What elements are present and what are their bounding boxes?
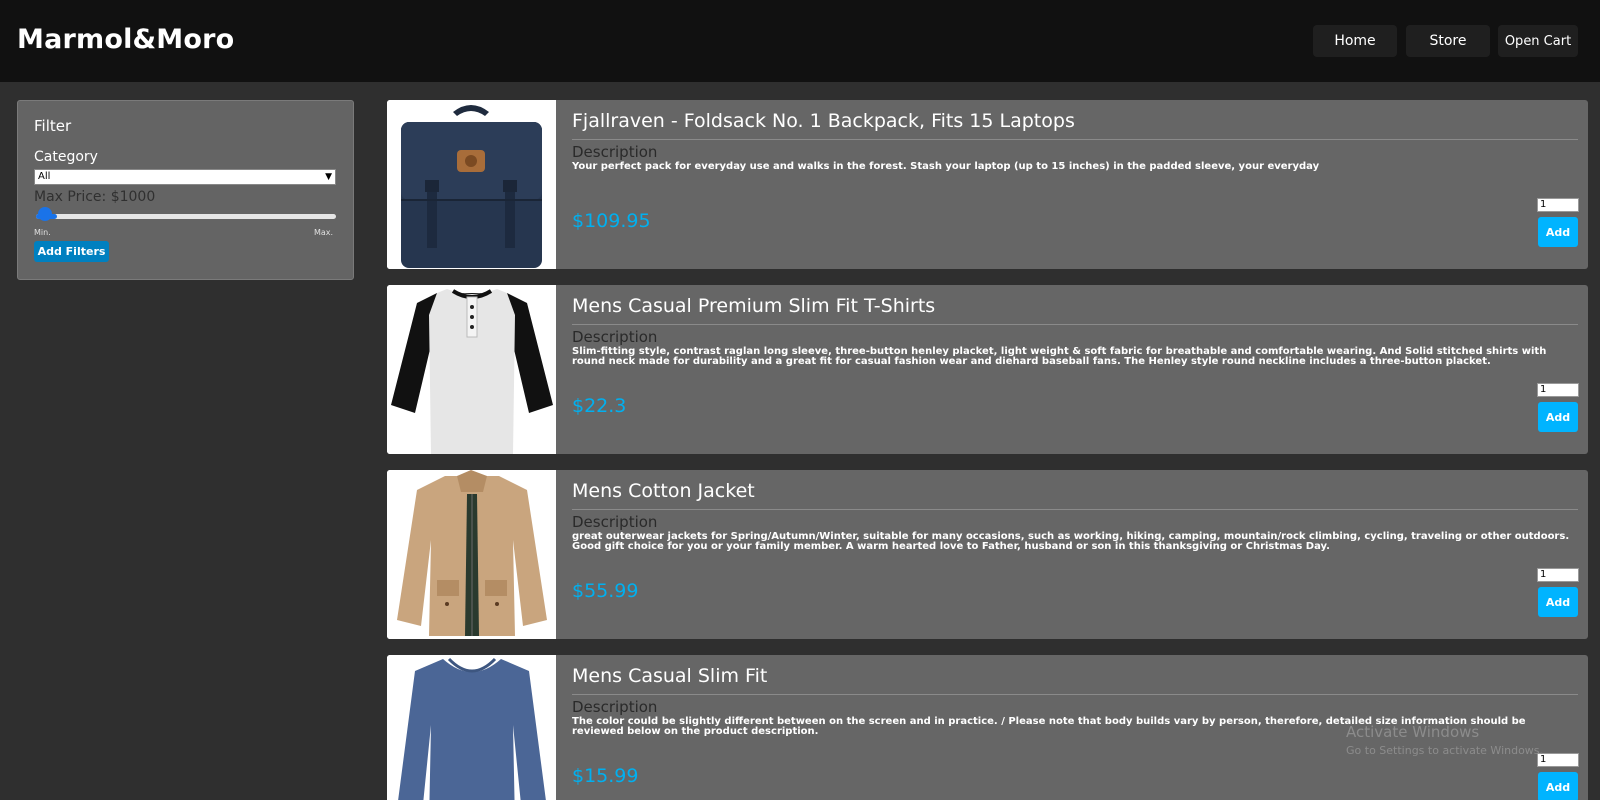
description-label: Description <box>572 328 658 346</box>
divider <box>572 694 1578 695</box>
slider-max-label: Max. <box>314 228 334 237</box>
watermark-subtitle: Go to Settings to activate Windows. <box>1346 744 1544 757</box>
product-card: Mens Casual Premium Slim Fit T-Shirts De… <box>387 285 1588 454</box>
product-card: Mens Cotton Jacket Description great out… <box>387 470 1588 639</box>
slider-thumb[interactable] <box>38 207 52 221</box>
backpack-image <box>387 100 556 269</box>
description-label: Description <box>572 513 658 531</box>
quantity-input[interactable]: 1 <box>1537 568 1579 582</box>
description-label: Description <box>572 143 658 161</box>
product-image <box>387 655 556 800</box>
jacket-image <box>387 470 556 639</box>
category-select[interactable]: All ▼ <box>34 169 336 185</box>
nav-store-button[interactable]: Store <box>1406 25 1490 57</box>
product-image <box>387 285 556 454</box>
product-title: Mens Cotton Jacket <box>572 480 755 502</box>
product-price: $55.99 <box>572 580 639 602</box>
category-selected-value: All <box>38 171 51 182</box>
product-card: Fjallraven - Foldsack No. 1 Backpack, Fi… <box>387 100 1588 269</box>
watermark-title: Activate Windows <box>1346 723 1480 741</box>
open-cart-button[interactable]: Open Cart <box>1498 25 1578 57</box>
product-price: $22.3 <box>572 395 627 417</box>
divider <box>572 509 1578 510</box>
quantity-input[interactable]: 1 <box>1537 383 1579 397</box>
slim-fit-shirt-image <box>387 655 556 800</box>
top-navbar: Marmol&Moro Home Store Open Cart <box>0 0 1600 82</box>
add-filters-button[interactable]: Add Filters <box>34 241 109 262</box>
quantity-input[interactable]: 1 <box>1537 753 1579 767</box>
product-price: $109.95 <box>572 210 651 232</box>
tshirt-image <box>387 285 556 454</box>
product-description: Slim-fitting style, contrast raglan long… <box>572 346 1547 367</box>
product-description: Your perfect pack for everyday use and w… <box>572 161 1320 172</box>
max-price-label: Max Price: $1000 <box>34 189 156 205</box>
product-price: $15.99 <box>572 765 639 787</box>
max-price-slider[interactable] <box>36 214 336 219</box>
filter-panel: Filter Category All ▼ Max Price: $1000 M… <box>17 100 354 280</box>
nav-home-button[interactable]: Home <box>1313 25 1397 57</box>
add-to-cart-button[interactable]: Add <box>1538 217 1578 247</box>
activate-windows-watermark: Activate Windows Go to Settings to activ… <box>1346 723 1543 757</box>
chevron-down-icon: ▼ <box>325 172 332 182</box>
product-title: Mens Casual Premium Slim Fit T-Shirts <box>572 295 936 317</box>
product-title: Mens Casual Slim Fit <box>572 665 768 687</box>
product-image <box>387 100 556 269</box>
product-title: Fjallraven - Foldsack No. 1 Backpack, Fi… <box>572 110 1075 132</box>
category-label: Category <box>34 149 98 165</box>
add-to-cart-button[interactable]: Add <box>1538 587 1578 617</box>
divider <box>572 139 1578 140</box>
add-to-cart-button[interactable]: Add <box>1538 402 1578 432</box>
slider-min-label: Min. <box>34 228 51 237</box>
filter-title: Filter <box>34 117 72 135</box>
description-label: Description <box>572 698 658 716</box>
brand-logo[interactable]: Marmol&Moro <box>17 24 234 55</box>
divider <box>572 324 1578 325</box>
product-image <box>387 470 556 639</box>
quantity-input[interactable]: 1 <box>1537 198 1579 212</box>
product-description: great outerwear jackets for Spring/Autum… <box>572 531 1570 552</box>
add-to-cart-button[interactable]: Add <box>1538 772 1578 800</box>
